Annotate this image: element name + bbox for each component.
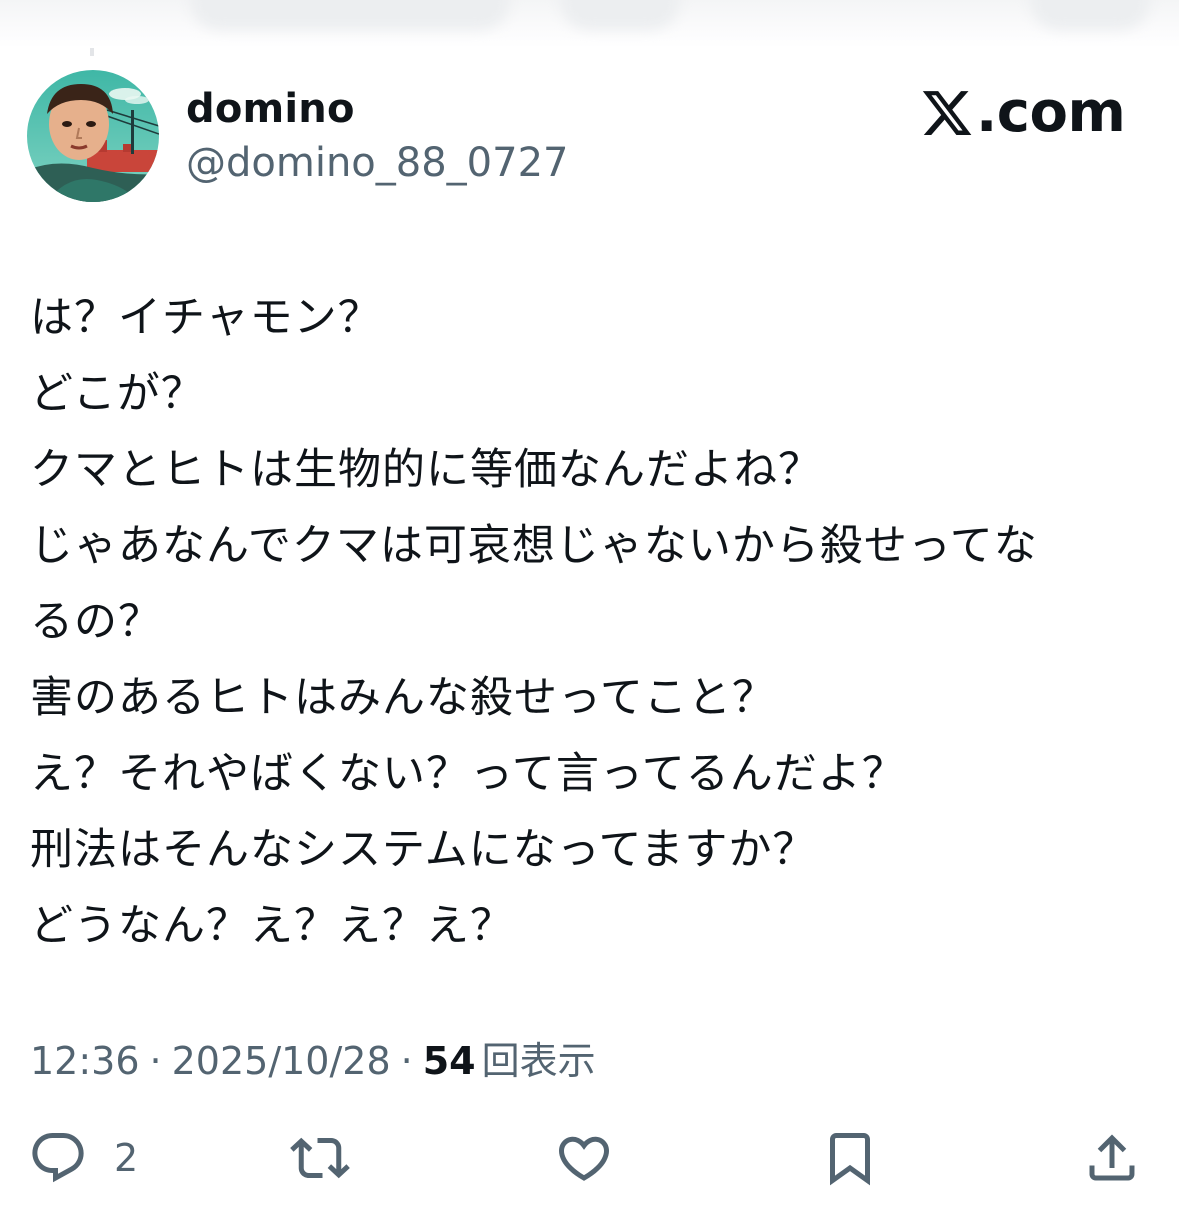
user-handle[interactable]: @domino_88_0727 xyxy=(186,140,568,186)
tweet-text-line: るの？ xyxy=(30,597,162,647)
faded-header-shape xyxy=(1030,0,1150,30)
faded-divider xyxy=(90,48,94,56)
display-name[interactable]: domino xyxy=(186,86,355,132)
tweet-text-line: クマとヒトは生物的に等価なんだよね？ xyxy=(30,445,822,495)
brand-logo: .com xyxy=(920,78,1126,148)
action-bar: 2 xyxy=(0,1120,1179,1200)
tweet-date[interactable]: 2025/10/28 xyxy=(172,1039,391,1083)
faded-header-shape xyxy=(190,0,510,30)
meta-separator: · xyxy=(149,1039,162,1083)
tweet-text: は？イチャモン？ どこが？ クマとヒトは生物的に等価なんだよね？ じゃあなんでク… xyxy=(30,280,1150,964)
views-count[interactable]: 54 xyxy=(423,1039,476,1083)
avatar[interactable] xyxy=(27,70,159,202)
tweet-text-line: じゃあなんでクマは可哀想じゃないから殺せってな xyxy=(30,521,1038,571)
tweet-meta: 12:36 · 2025/10/28 · 54 回表示 xyxy=(30,1030,596,1085)
repost-button[interactable] xyxy=(290,1128,350,1188)
tweet-time[interactable]: 12:36 xyxy=(30,1039,140,1083)
tweet-text-line: どこが？ xyxy=(30,369,205,419)
views-label[interactable]: 回表示 xyxy=(482,1030,596,1085)
meta-separator: · xyxy=(400,1039,413,1083)
top-faded-header xyxy=(0,0,1179,56)
share-button[interactable] xyxy=(1082,1128,1142,1188)
heart-icon xyxy=(558,1136,610,1181)
tweet-text-line: は？イチャモン？ xyxy=(30,293,382,343)
like-button[interactable] xyxy=(554,1128,614,1188)
x-logo-icon xyxy=(922,91,972,135)
tweet-text-line: え？それやばくない？って言ってるんだよ？ xyxy=(30,749,906,799)
tweet-text-line: 刑法はそんなシステムになってますか？ xyxy=(30,825,817,875)
faded-header-shape xyxy=(560,0,680,30)
tweet-text-line: 害のあるヒトはみんな殺せってこと？ xyxy=(30,673,776,723)
reply-icon xyxy=(32,1133,84,1183)
bookmark-button[interactable] xyxy=(820,1128,880,1188)
share-icon xyxy=(1089,1134,1135,1181)
avatar-image xyxy=(27,70,159,202)
brand-suffix: .com xyxy=(976,80,1126,145)
reply-count: 2 xyxy=(114,1136,139,1180)
repost-icon xyxy=(290,1137,350,1179)
reply-button[interactable]: 2 xyxy=(28,1128,138,1188)
bookmark-icon xyxy=(830,1133,870,1186)
tweet-text-line: どうなん？え？え？え？ xyxy=(30,901,514,951)
